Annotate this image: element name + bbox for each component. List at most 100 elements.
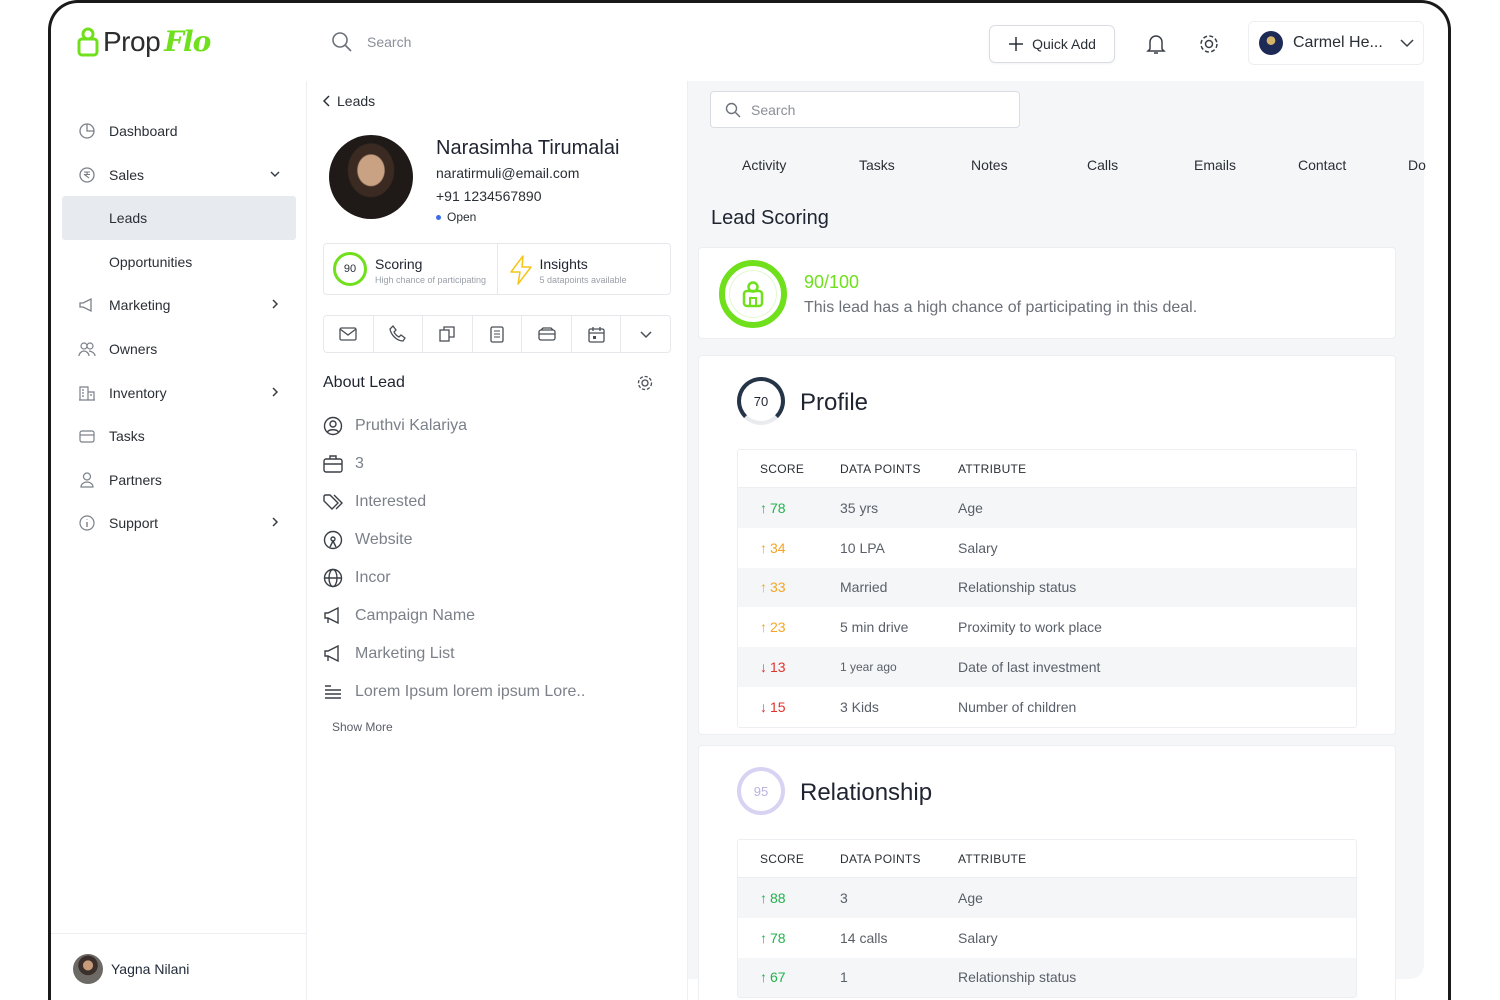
panel-search-input[interactable]: Search — [710, 91, 1020, 128]
tab-notes[interactable]: Notes — [971, 157, 1008, 173]
sidebar-item-dashboard[interactable]: Dashboard — [62, 109, 296, 153]
overall-score-value: 90/100 — [804, 272, 860, 292]
sidebar-item-opportunities[interactable]: Opportunities — [62, 240, 296, 284]
scoring-ring: 90 — [333, 252, 367, 286]
sidebar-item-label: Inventory — [109, 385, 167, 401]
tab-documents[interactable]: Do — [1408, 157, 1426, 173]
tab-activity[interactable]: Activity — [742, 157, 786, 173]
lead-email[interactable]: naratirmuli@email.com — [436, 165, 579, 181]
user-circle-icon — [323, 416, 343, 436]
wallet-action-button[interactable] — [521, 316, 571, 352]
rupee-icon — [79, 167, 95, 183]
more-actions-button[interactable] — [620, 316, 670, 352]
score-value: 33 — [770, 579, 786, 596]
scoring-card[interactable]: 90 Scoring High chance of participating — [324, 244, 497, 294]
about-source-value: Website — [355, 531, 413, 548]
column-score: SCORE — [760, 851, 805, 866]
overall-score-description: This lead has a high chance of participa… — [804, 299, 1198, 316]
table-row: ↑ 34 10 LPA Salary — [738, 528, 1356, 568]
email-action-button[interactable] — [324, 316, 373, 352]
attribute-cell: Relationship status — [958, 579, 1077, 596]
relationship-score-ring: 95 — [737, 767, 785, 815]
home-lock-icon — [742, 281, 764, 308]
lead-phone[interactable]: +91 1234567890 — [436, 188, 542, 204]
sidebar-item-tasks[interactable]: Tasks — [62, 414, 296, 458]
lead-name: Narasimha Tirumalai — [436, 137, 620, 159]
tab-calls[interactable]: Calls — [1087, 157, 1118, 173]
tab-tasks[interactable]: Tasks — [859, 157, 895, 173]
about-lead-title: About Lead — [323, 374, 405, 391]
settings-gear-icon[interactable] — [636, 374, 654, 392]
data-point-cell: 14 calls — [840, 929, 888, 946]
arrow-up-icon: ↑ — [760, 929, 767, 946]
score-value: 88 — [770, 889, 786, 906]
sidebar-item-partners[interactable]: Partners — [62, 458, 296, 502]
sidebar-item-sales[interactable]: Sales — [62, 153, 296, 197]
calendar-action-button[interactable] — [570, 316, 621, 352]
broadcast-icon — [323, 530, 343, 550]
call-action-button[interactable] — [372, 316, 423, 352]
lead-summary-cards: 90 Scoring High chance of participating … — [323, 243, 671, 295]
bell-icon[interactable] — [1146, 33, 1166, 55]
about-stage-value: Interested — [355, 493, 427, 510]
about-stage: Interested — [323, 490, 426, 514]
quick-add-button[interactable]: Quick Add — [989, 25, 1115, 63]
data-point-cell: Married — [840, 579, 888, 596]
status-label: Open — [447, 210, 477, 224]
show-more-link[interactable]: Show More — [332, 720, 393, 734]
tab-contact[interactable]: Contact — [1298, 157, 1346, 173]
data-point-cell: 5 min drive — [840, 619, 909, 636]
score-cell: ↑ 67 — [738, 969, 818, 985]
user-name: Carmel He... — [1293, 34, 1383, 51]
table-row: ↑ 78 14 calls Salary — [738, 918, 1356, 958]
insights-card[interactable]: Insights 5 datapoints available — [496, 244, 671, 294]
arrow-up-icon: ↑ — [760, 969, 767, 986]
profile-title: Profile — [800, 389, 869, 416]
relationship-title: Relationship — [800, 779, 933, 806]
score-value: 34 — [770, 539, 786, 556]
sidebar: Dashboard Sales Leads Opportunities Mark… — [51, 81, 307, 1000]
data-point-cell: 1 — [840, 969, 848, 986]
table-row: ↑ 88 3 Age — [738, 878, 1356, 918]
scoring-title: Scoring — [375, 256, 423, 272]
sidebar-item-marketing[interactable]: Marketing — [62, 283, 296, 327]
attribute-cell: Proximity to work place — [958, 619, 1102, 636]
back-to-leads-link[interactable]: Leads — [323, 93, 375, 109]
about-count-value: 3 — [355, 455, 364, 472]
chevron-down-icon — [640, 331, 652, 339]
sidebar-footer-user[interactable]: Yagna Nilani — [51, 933, 307, 1000]
plus-icon — [1009, 37, 1024, 51]
tab-emails[interactable]: Emails — [1194, 157, 1236, 173]
sidebar-item-label: Opportunities — [109, 254, 193, 270]
settings-gear-icon[interactable] — [1198, 33, 1220, 55]
table-header: SCORE DATA POINTS ATTRIBUTE — [738, 840, 1356, 878]
sidebar-item-support[interactable]: Support — [62, 501, 296, 545]
attribute-cell: Relationship status — [958, 969, 1077, 986]
sidebar-item-inventory[interactable]: Inventory — [62, 371, 296, 415]
lead-photo — [329, 135, 413, 219]
document-icon — [490, 325, 504, 343]
profile-table: SCORE DATA POINTS ATTRIBUTE ↑ 78 35 yrs Age… — [737, 449, 1357, 728]
copy-icon — [439, 326, 456, 342]
data-point-cell: 10 LPA — [840, 539, 885, 556]
brand-logo[interactable]: Prop Flo — [77, 25, 211, 58]
arrow-up-icon: ↑ — [760, 539, 767, 556]
global-search[interactable]: Search — [331, 31, 411, 53]
phone-icon — [389, 325, 406, 342]
lead-scoring-panel: Search Activity Tasks Notes Calls Emails… — [688, 81, 1426, 1000]
table-row: ↓ 13 1 year ago Date of last investment — [738, 647, 1356, 687]
attribute-cell: Salary — [958, 929, 998, 946]
about-campaign: Campaign Name — [323, 604, 475, 628]
data-point-cell: 35 yrs — [840, 499, 879, 516]
table-row: ↑ 23 5 min drive Proximity to work place — [738, 607, 1356, 647]
about-count: 3 — [323, 452, 364, 476]
insights-title: Insights — [539, 256, 588, 272]
copy-action-button[interactable] — [422, 316, 472, 352]
score-cell: ↑ 78 — [738, 500, 818, 516]
sidebar-item-leads[interactable]: Leads — [62, 196, 296, 240]
about-description: Lorem Ipsum lorem ipsum Lore.. — [323, 680, 585, 704]
user-menu[interactable]: Carmel He... — [1248, 21, 1424, 65]
note-action-button[interactable] — [471, 316, 522, 352]
sidebar-item-owners[interactable]: Owners — [62, 327, 296, 371]
status-dot — [436, 214, 441, 220]
